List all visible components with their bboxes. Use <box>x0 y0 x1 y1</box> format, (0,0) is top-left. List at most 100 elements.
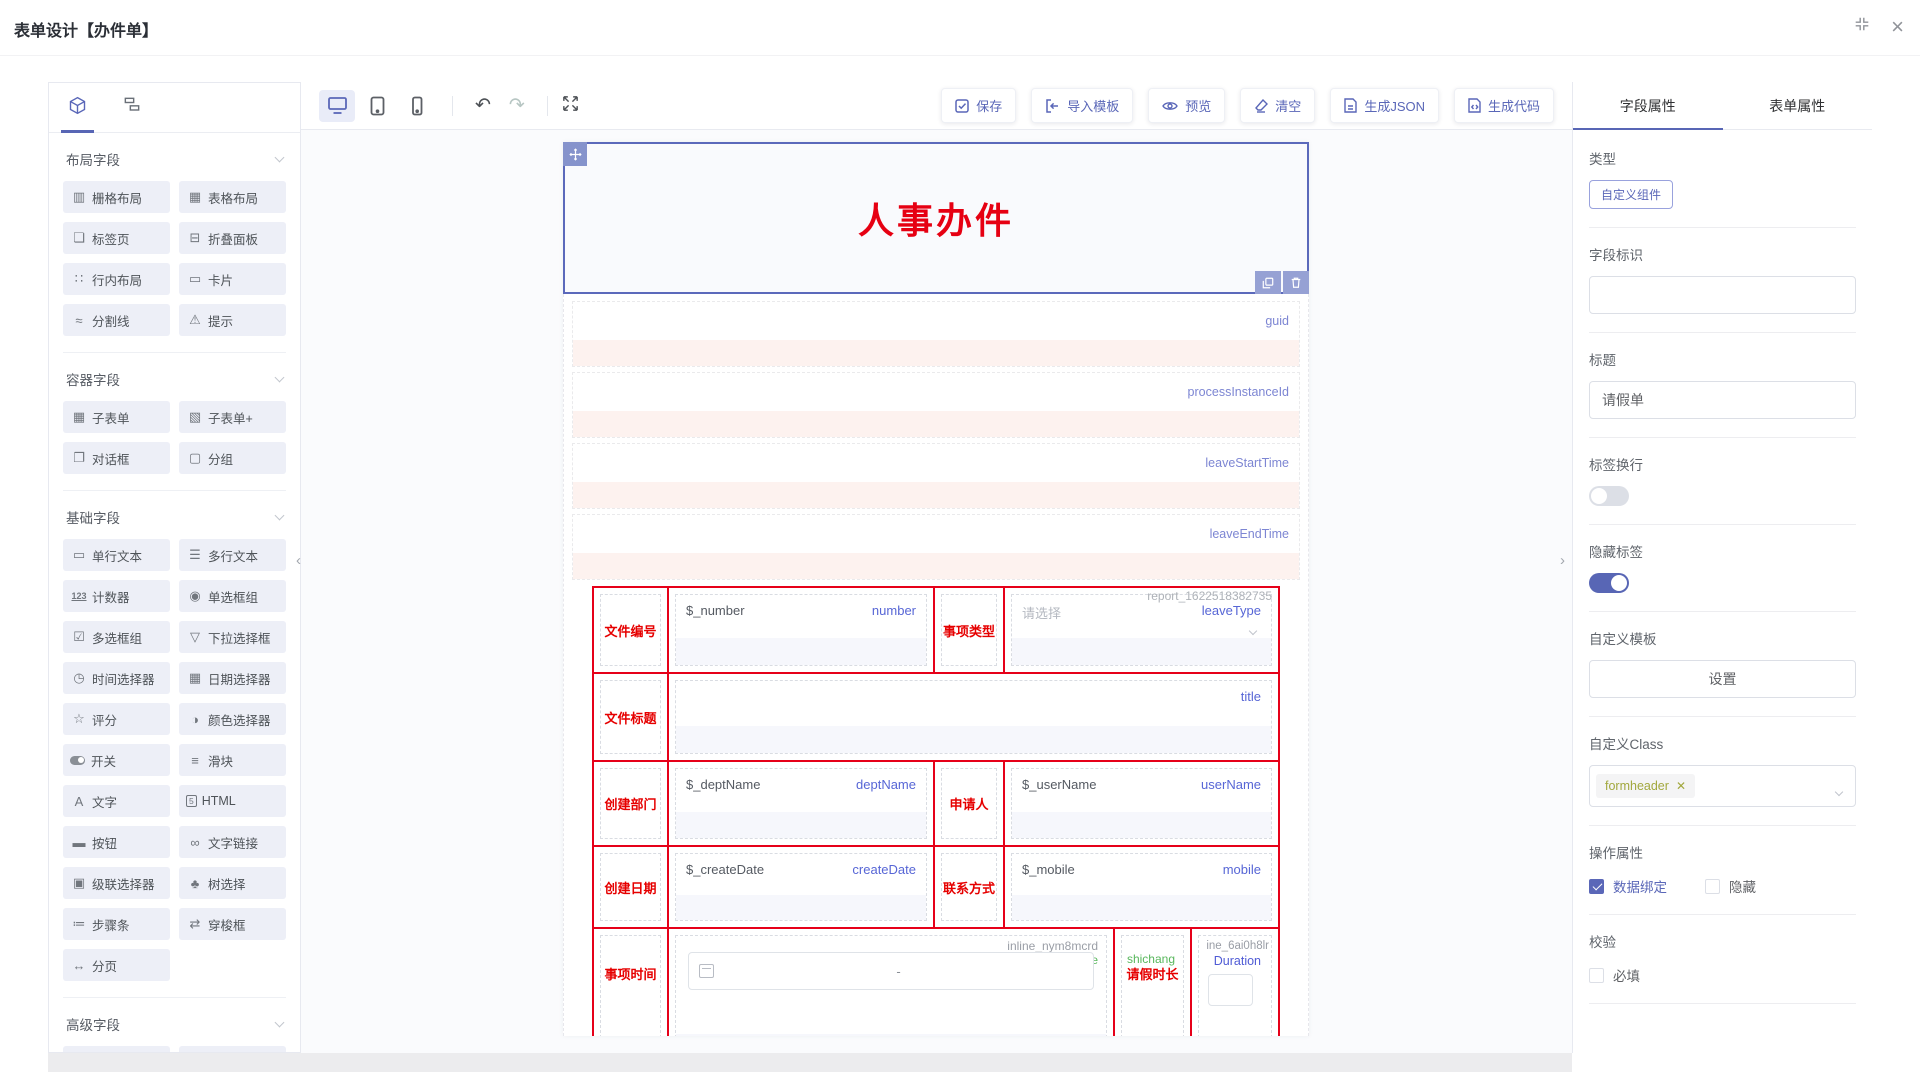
custom-template-settings-button[interactable]: 设置 <box>1589 660 1856 698</box>
hidden-field-row[interactable]: leaveEndTime <box>572 514 1300 580</box>
collapse-props-handle[interactable]: › <box>1560 552 1565 569</box>
field-item[interactable]: ▭卡片 <box>179 263 286 295</box>
field-item[interactable]: ◆自定义组件 <box>179 1046 286 1053</box>
field-item[interactable]: ∷行内布局 <box>63 263 170 295</box>
form-field-label[interactable]: 事项类型 <box>941 594 997 666</box>
field-item[interactable]: ▥栅格布局 <box>63 181 170 213</box>
section-header[interactable]: 高级字段 <box>66 1014 283 1034</box>
duration-input[interactable] <box>1208 974 1253 1006</box>
device-desktop-button[interactable] <box>319 90 355 122</box>
field-item[interactable]: A文字 <box>63 785 170 817</box>
form-field-label[interactable]: shichang 请假时长 <box>1121 935 1184 1036</box>
field-item[interactable]: ▦日期选择器 <box>179 662 286 694</box>
custom-class-select[interactable]: formheader ✕ <box>1589 765 1856 807</box>
copy-icon[interactable] <box>1255 271 1281 294</box>
field-item[interactable]: ❐对话框 <box>63 442 170 474</box>
preview-button[interactable]: 预览 <box>1148 88 1225 123</box>
field-item[interactable]: ⊟折叠面板 <box>179 222 286 254</box>
tab-form-properties[interactable]: 表单属性 <box>1723 82 1873 129</box>
form-field-input[interactable]: $_userNameuserName <box>1011 768 1272 839</box>
field-item[interactable]: ♣树选择 <box>179 867 286 899</box>
field-item[interactable]: ≔步骤条 <box>63 908 170 940</box>
title-input[interactable] <box>1589 381 1856 419</box>
undo-icon[interactable]: ↶ <box>475 96 491 115</box>
form-header-component[interactable]: 人事办件 <box>563 142 1309 294</box>
field-item[interactable]: ◷时间选择器 <box>63 662 170 694</box>
device-tablet-button[interactable] <box>359 90 395 122</box>
redo-icon[interactable]: ↷ <box>509 96 525 115</box>
form-field-input[interactable]: $_deptNamedeptName <box>675 768 927 839</box>
close-icon[interactable]: × <box>1891 17 1904 37</box>
field-item[interactable]: ▢分组 <box>179 442 286 474</box>
field-item[interactable]: ⚠提示 <box>179 304 286 336</box>
import-icon <box>1045 99 1060 113</box>
form-field-label[interactable]: 联系方式 <box>941 853 997 921</box>
field-item[interactable]: ↔分页 <box>63 949 170 981</box>
form-field-input[interactable]: $_numbernumber <box>675 594 927 666</box>
tab-field-properties[interactable]: 字段属性 <box>1573 82 1723 129</box>
delete-icon[interactable] <box>1283 271 1309 294</box>
field-item[interactable]: ▬按钮 <box>63 826 170 858</box>
field-item[interactable]: ◉单选框组 <box>179 580 286 612</box>
data-binding-checkbox[interactable]: 数据绑定 <box>1589 876 1667 896</box>
hidden-field-row[interactable]: guid <box>572 301 1300 367</box>
field-item[interactable]: ◇自定义区域 <box>63 1046 170 1053</box>
hidden-checkbox[interactable]: 隐藏 <box>1705 876 1756 896</box>
form-field-select[interactable]: 请选择leaveType <box>1011 594 1272 666</box>
date-range-input[interactable]: - <box>688 952 1094 990</box>
duration-field[interactable]: ine_6ai0h8lr Duration <box>1198 935 1272 1036</box>
fullscreen-icon[interactable] <box>561 94 580 118</box>
field-item[interactable]: ▦表格布局 <box>179 181 286 213</box>
hidden-field-row[interactable]: leaveStartTime <box>572 443 1300 509</box>
device-mobile-button[interactable] <box>399 90 435 122</box>
field-item[interactable]: ☆评分 <box>63 703 170 735</box>
generate-code-button[interactable]: 生成代码 <box>1454 88 1554 123</box>
field-item[interactable]: ∞文字链接 <box>179 826 286 858</box>
field-item[interactable]: ▭单行文本 <box>63 539 170 571</box>
generate-json-button[interactable]: 生成JSON <box>1330 88 1439 123</box>
remove-tag-icon[interactable]: ✕ <box>1676 779 1686 793</box>
date-range-field[interactable]: inline_nym8mcrd leavedate - <box>675 935 1107 1036</box>
field-item[interactable]: ☑多选框组 <box>63 621 170 653</box>
field-item[interactable]: ▧子表单+ <box>179 401 286 433</box>
field-item[interactable]: 开关 <box>63 744 170 776</box>
form-field-label[interactable]: 文件标题 <box>600 680 661 754</box>
tab-components[interactable] <box>67 83 88 133</box>
form-field-input[interactable]: $_mobilemobile <box>1011 853 1272 921</box>
form-body: guid processInstanceId leaveStartTime le… <box>563 294 1309 1036</box>
tab-outline[interactable] <box>122 83 142 133</box>
field-item[interactable]: 5HTML <box>179 785 286 817</box>
field-item[interactable]: ≈分割线 <box>63 304 170 336</box>
form-field-input[interactable]: $_createDatecreateDate <box>675 853 927 921</box>
clear-button[interactable]: 清空 <box>1240 88 1315 123</box>
field-item[interactable]: ☰多行文本 <box>179 539 286 571</box>
form-field-input[interactable]: title <box>675 680 1272 754</box>
compress-icon[interactable] <box>1853 15 1871 38</box>
horizontal-scrollbar[interactable] <box>48 1053 1572 1072</box>
section-header[interactable]: 容器字段 <box>66 369 283 389</box>
hidden-field-row[interactable]: processInstanceId <box>572 372 1300 438</box>
import-template-button[interactable]: 导入模板 <box>1031 88 1133 123</box>
form-field-label[interactable]: 事项时间 <box>600 935 661 1036</box>
field-item[interactable]: ≡滑块 <box>179 744 286 776</box>
section-header[interactable]: 基础字段 <box>66 507 283 527</box>
drag-handle-icon[interactable] <box>563 142 587 166</box>
required-checkbox[interactable]: 必填 <box>1589 965 1640 985</box>
label-wrap-toggle[interactable] <box>1589 486 1629 506</box>
form-field-label[interactable]: 创建日期 <box>600 853 661 921</box>
field-item[interactable]: 123计数器 <box>63 580 170 612</box>
field-item[interactable]: ❏标签页 <box>63 222 170 254</box>
form-field-label[interactable]: 文件编号 <box>600 594 661 666</box>
form-field-label[interactable]: 创建部门 <box>600 768 661 839</box>
field-item[interactable]: ⇄穿梭框 <box>179 908 286 940</box>
field-item[interactable]: ▦子表单 <box>63 401 170 433</box>
field-item[interactable]: ▽下拉选择框 <box>179 621 286 653</box>
field-id-input[interactable] <box>1589 276 1856 314</box>
form-field-label[interactable]: 申请人 <box>941 768 997 839</box>
field-item[interactable]: ◑颜色选择器 <box>179 703 286 735</box>
hide-label-toggle[interactable] <box>1589 573 1629 593</box>
save-button[interactable]: 保存 <box>941 88 1016 123</box>
collapse-sidebar-handle[interactable]: ‹ <box>296 552 301 569</box>
section-header[interactable]: 布局字段 <box>66 149 283 169</box>
field-item[interactable]: ▣级联选择器 <box>63 867 170 899</box>
